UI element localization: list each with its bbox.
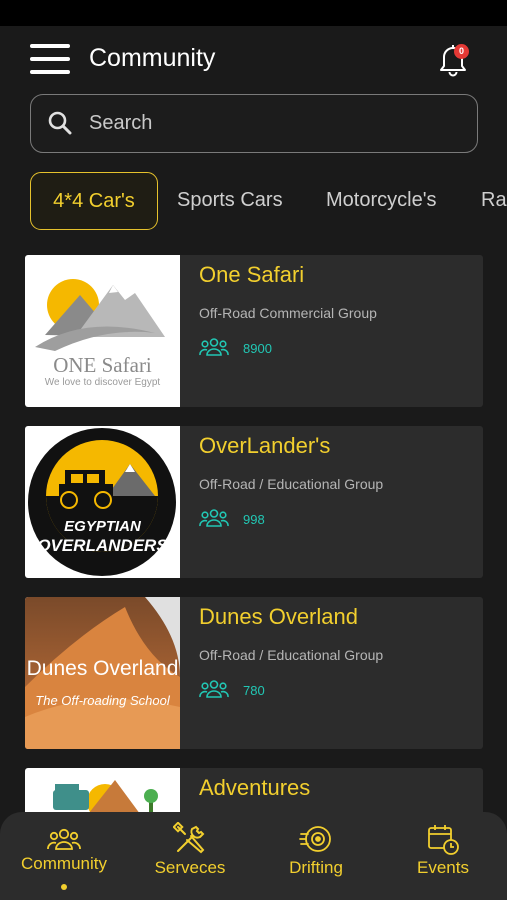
nav-drifting-label: Drifting [289, 858, 343, 877]
nav-services-label: Serveces [154, 858, 226, 877]
logo-top-text: EGYPTIAN [64, 518, 141, 535]
community-icon [47, 828, 81, 850]
members-icon [199, 680, 229, 698]
group-title: One Safari [199, 262, 305, 287]
logo-name: Dunes Overland [26, 657, 179, 680]
logo-bottom-text: OVERLANDERS [37, 536, 168, 555]
nav-community[interactable]: Community [14, 812, 114, 900]
active-indicator-dot [61, 884, 67, 890]
search-bar[interactable] [30, 94, 478, 153]
group-card[interactable]: ONE Safari We love to discover Egypt One… [25, 255, 483, 407]
group-title: Dunes Overland [199, 604, 358, 629]
member-count: 8900 [243, 341, 272, 356]
notification-badge: 0 [454, 44, 469, 59]
logo-tagline: We love to discover Egypt [44, 377, 161, 388]
group-subtitle: Off-Road Commercial Group [199, 305, 377, 321]
hamburger-menu-icon[interactable] [30, 44, 70, 74]
category-chip-sports-cars[interactable]: Sports Cars [177, 172, 283, 230]
category-chip-4x4[interactable]: 4*4 Car's [30, 172, 158, 230]
category-chip-rally[interactable]: Ral [481, 172, 507, 230]
group-logo-dunes-overland: Dunes Overland The Off-roading School [25, 597, 180, 749]
members-icon [199, 338, 229, 356]
app-screen: Community 0 4*4 Car's Sports Cars Motorc… [0, 26, 507, 900]
status-bar [0, 0, 507, 26]
group-subtitle: Off-Road / Educational Group [199, 476, 384, 492]
top-bar: Community 0 [0, 26, 507, 94]
nav-drifting[interactable]: Drifting [266, 812, 366, 900]
group-title: OverLander's [199, 433, 331, 458]
member-count: 998 [243, 512, 265, 527]
group-title: Adventures [199, 775, 311, 800]
members-icon [199, 509, 229, 527]
group-card[interactable]: EGYPTIAN OVERLANDERS OverLander's Off-Ro… [25, 426, 483, 578]
category-tabs: 4*4 Car's Sports Cars Motorcycle's Ral [0, 172, 507, 230]
category-chip-motorcycles[interactable]: Motorcycle's [326, 172, 437, 230]
logo-name: ONE Safari [53, 353, 152, 377]
nav-community-label: Community [21, 854, 107, 873]
logo-tagline: The Off-roading School [35, 693, 170, 708]
bottom-navigation: Community Serveces Drifting Events [0, 812, 507, 900]
nav-events-label: Events [417, 858, 469, 877]
nav-services[interactable]: Serveces [140, 812, 240, 900]
tools-icon [173, 822, 205, 854]
group-card[interactable]: Dunes Overland The Off-roading School Du… [25, 597, 483, 749]
nav-events[interactable]: Events [393, 812, 493, 900]
search-input[interactable] [89, 103, 459, 143]
search-icon [48, 111, 72, 135]
group-logo-one-safari: ONE Safari We love to discover Egypt [25, 255, 180, 407]
member-count: 780 [243, 683, 265, 698]
tire-icon [299, 826, 331, 852]
page-title: Community [89, 44, 216, 72]
group-logo-overlanders: EGYPTIAN OVERLANDERS [25, 426, 180, 578]
calendar-icon [428, 825, 459, 855]
group-subtitle: Off-Road / Educational Group [199, 647, 384, 663]
